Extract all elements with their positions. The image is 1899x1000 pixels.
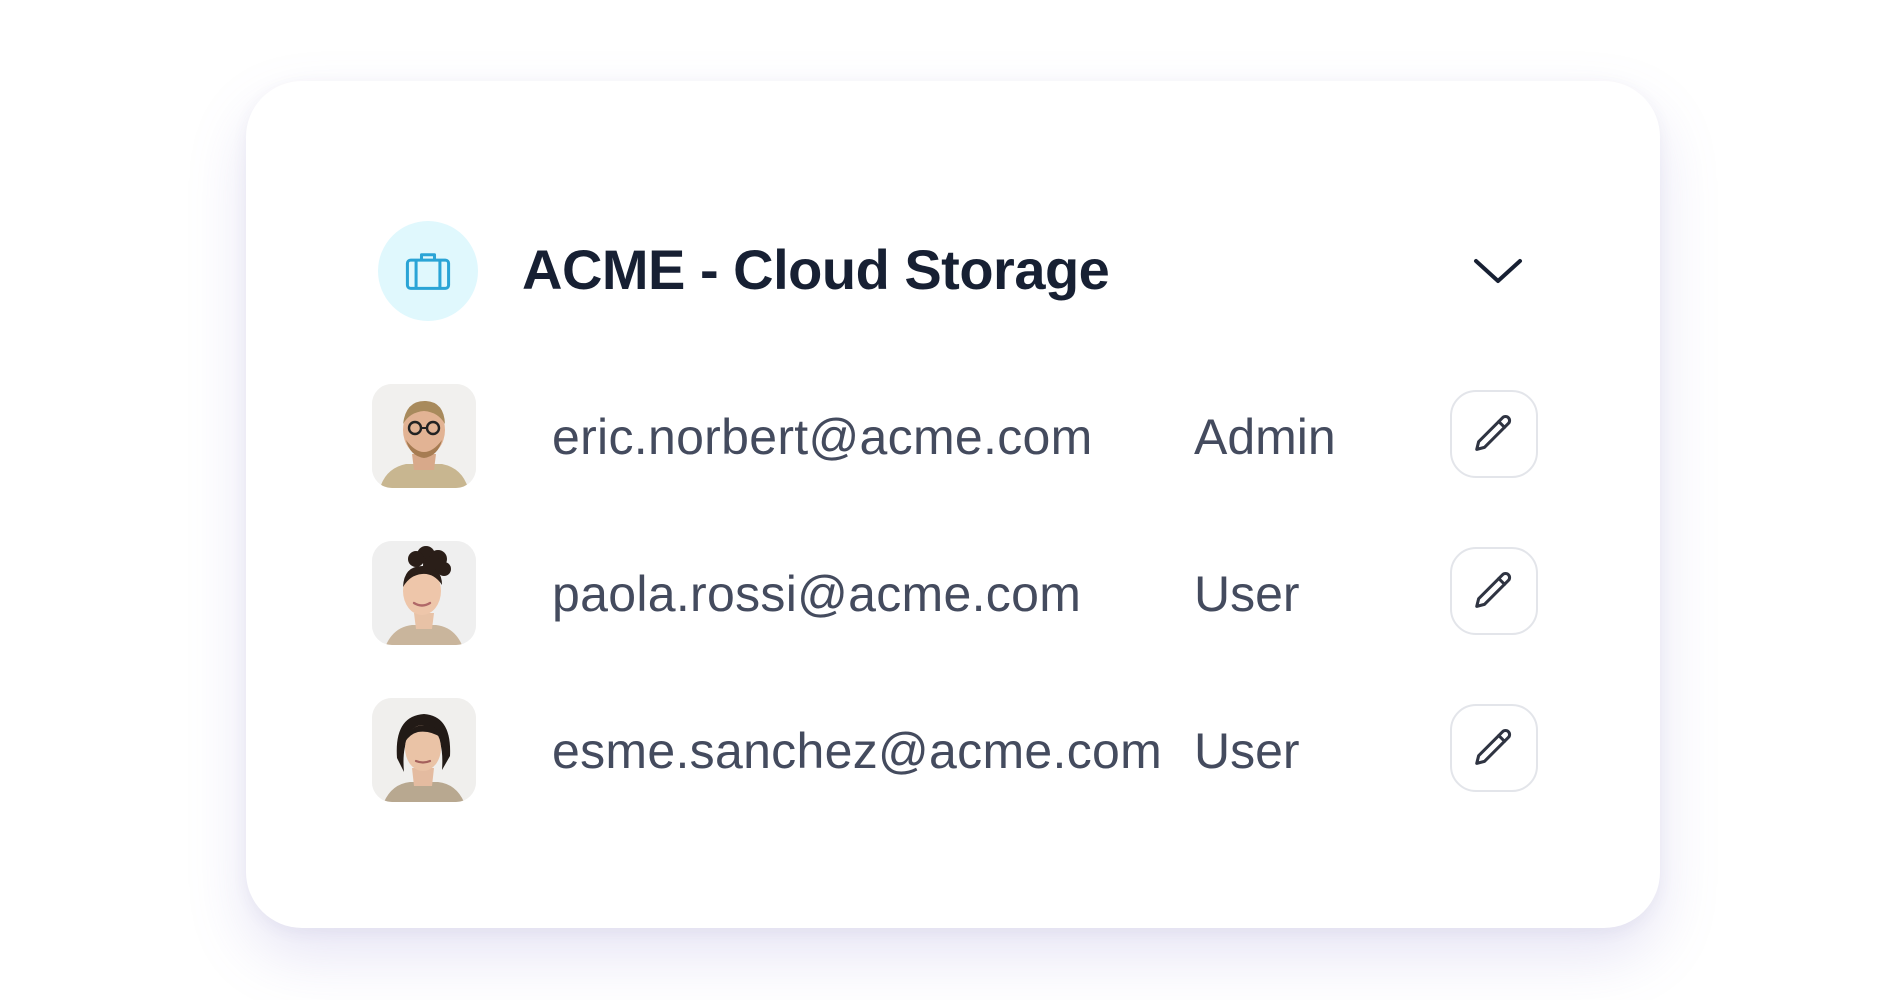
- organization-card: ACME - Cloud Storage eric.norbert@acme.c…: [246, 81, 1660, 928]
- member-role: Admin: [1194, 409, 1336, 465]
- pencil-icon: [1475, 729, 1512, 765]
- member-row: eric.norbert@acme.com Admin: [372, 384, 1542, 488]
- avatar: [372, 384, 476, 488]
- pencil-icon: [1475, 415, 1512, 451]
- avatar: [372, 541, 476, 645]
- avatar: [372, 698, 476, 802]
- avatar-woman-curly-hair: [372, 541, 476, 645]
- member-role: User: [1194, 723, 1300, 779]
- avatar-woman-dark-hair: [372, 698, 476, 802]
- member-email: eric.norbert@acme.com: [552, 409, 1093, 465]
- briefcase-icon: [405, 253, 451, 290]
- member-row: esme.sanchez@acme.com User: [372, 698, 1542, 802]
- org-icon-badge: [378, 221, 478, 321]
- member-list: eric.norbert@acme.com Admin paola.rossi@…: [372, 384, 1542, 855]
- edit-member-button[interactable]: [1450, 390, 1538, 478]
- member-row: paola.rossi@acme.com User: [372, 541, 1542, 645]
- member-role: User: [1194, 566, 1300, 622]
- edit-member-button[interactable]: [1450, 704, 1538, 792]
- org-header[interactable]: ACME - Cloud Storage: [378, 221, 1528, 321]
- chevron-down-icon: [1474, 259, 1522, 283]
- member-email: paola.rossi@acme.com: [552, 566, 1082, 622]
- org-title: ACME - Cloud Storage: [522, 238, 1110, 301]
- avatar-man-glasses-beard: [372, 384, 476, 488]
- edit-member-button[interactable]: [1450, 547, 1538, 635]
- member-email: esme.sanchez@acme.com: [552, 723, 1163, 779]
- pencil-icon: [1475, 572, 1512, 608]
- expand-toggle[interactable]: [1470, 243, 1526, 299]
